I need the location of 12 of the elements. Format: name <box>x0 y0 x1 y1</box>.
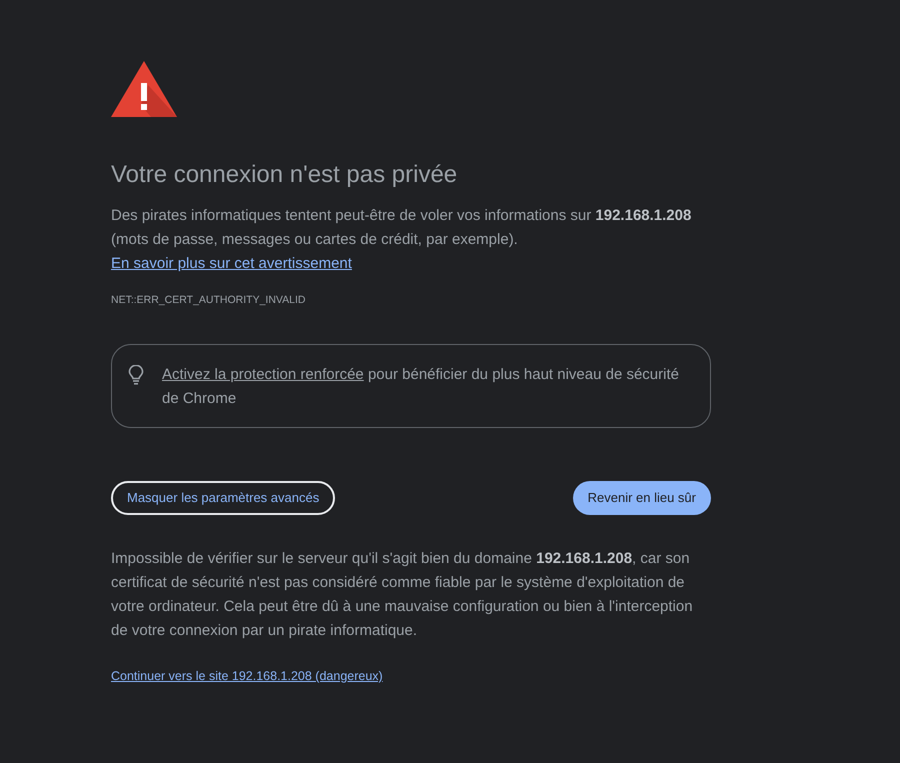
page-heading: Votre connexion n'est pas privée <box>111 161 458 189</box>
lightbulb-icon <box>128 365 144 385</box>
back-to-safety-button[interactable]: Revenir en lieu sûr <box>572 481 711 515</box>
warning-message: Des pirates informatiques tentent peut-être de voler vos informations sur 192.168.1.208 (mots de passe, messages ou cartes de crédit, par exemple). En savoir plus sur cet avertissement <box>111 206 692 274</box>
enhanced-protection-link[interactable]: Activez la protection renforcée <box>162 366 364 383</box>
error-code: NET::ERR_CERT_AUTHORITY_INVALID <box>111 293 306 308</box>
learn-more-link[interactable]: En savoir plus sur cet avertissement <box>111 255 352 272</box>
details-message: Impossible de vérifier sur le serveur qu'il s'agit bien du domaine 192.168.1.208, car son certificat de sécurité n'est pas considéré comme fiable par le système d'exploitation de votre ordinateur. Cela peut être dû à une mauvaise configuration ou bien à l'interception de votre connexion par un pirate informatique. <box>111 549 694 641</box>
warning-triangle-icon <box>111 61 177 117</box>
hide-advanced-button[interactable]: Masquer les paramètres avancés <box>111 481 336 515</box>
proceed-link[interactable]: Continuer vers le site 192.168.1.208 (dangereux) <box>111 668 383 684</box>
tip-message: Activez la protection renforcée pour bénéficier du plus haut niveau de sécurité de Chrome <box>162 365 680 409</box>
